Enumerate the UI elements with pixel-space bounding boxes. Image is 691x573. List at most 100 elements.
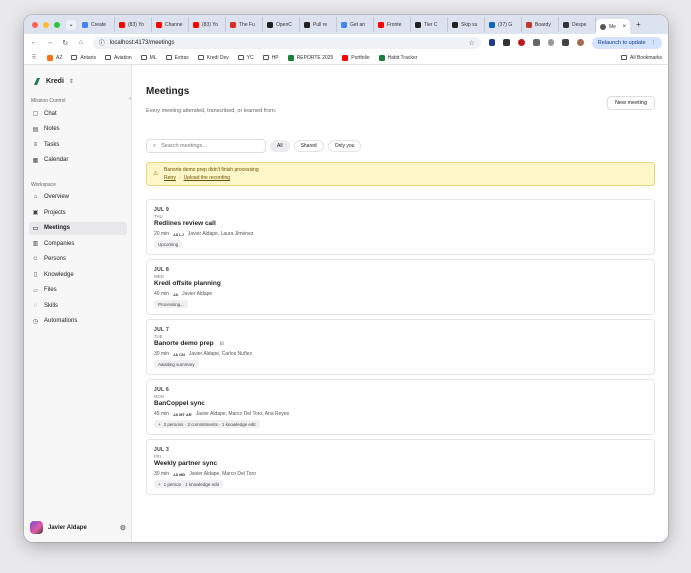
- sidebar-item-automations[interactable]: ◷ Automations: [29, 315, 127, 328]
- filter-only-you[interactable]: Only you: [327, 140, 362, 152]
- address-bar[interactable]: ⓘ localhost:4173/meetings ☆: [92, 36, 481, 49]
- sidebar-item-tasks[interactable]: ≡ Tasks: [29, 138, 127, 151]
- sidebar-item-skills[interactable]: ◌ Skills: [29, 299, 127, 312]
- minimize-window-button[interactable]: [43, 21, 49, 28]
- tab[interactable]: Get an: [337, 17, 374, 32]
- site-info-icon[interactable]: ⓘ: [99, 38, 105, 47]
- bookmark-item[interactable]: REPORTE 2025: [287, 54, 333, 61]
- tab[interactable]: OpenC: [263, 17, 300, 32]
- tab[interactable]: (83) Yo: [189, 17, 226, 32]
- browser-toolbar: ← → ↻ ⌂ ⓘ localhost:4173/meetings ☆ Rela…: [24, 34, 668, 51]
- collapse-sidebar-icon[interactable]: ‹: [129, 96, 131, 102]
- extension-icon[interactable]: [503, 39, 511, 46]
- maximize-window-button[interactable]: [54, 21, 60, 28]
- meeting-duration: 30 min: [154, 471, 170, 477]
- bookmark-item[interactable]: Portfolio: [342, 54, 370, 61]
- close-tab-icon[interactable]: ×: [622, 24, 626, 30]
- search-input[interactable]: ⌕ Search meetings...: [146, 139, 266, 153]
- sidebar-item-meetings[interactable]: ▭ Meetings: [29, 221, 127, 235]
- relaunch-button[interactable]: Relaunch to update ⋮: [591, 36, 663, 49]
- tab[interactable]: Tier C: [411, 17, 448, 32]
- sidebar-item-label: Chat: [44, 110, 57, 117]
- meeting-weekday: MON: [154, 394, 164, 399]
- folder-icon: [140, 55, 147, 60]
- new-tab-button[interactable]: +: [636, 20, 641, 29]
- bookmark-item[interactable]: Extras: [165, 55, 189, 61]
- sidebar-item-persons[interactable]: ☺ Persons: [29, 253, 127, 266]
- upload-recording-link[interactable]: Upload the recording: [184, 175, 230, 181]
- bookmark-item[interactable]: Antaris: [71, 55, 96, 61]
- tabs: Create (83) Yo Channe (83) Yo The Fu OpenC Pul…: [78, 15, 596, 34]
- extensions-puzzle-icon[interactable]: [562, 39, 570, 46]
- workspace-switcher[interactable]: Kredi ⇕: [24, 65, 131, 86]
- user-profile[interactable]: Javier Aldape ⚙: [30, 521, 126, 534]
- tab[interactable]: Despe: [559, 17, 596, 32]
- tab-search-chevron-icon[interactable]: ⌄: [66, 19, 76, 30]
- retry-link[interactable]: Retry: [164, 175, 176, 181]
- sidebar-item-companies[interactable]: ▥ Companies: [29, 237, 127, 250]
- meeting-status-text: 1 person · 1 knowledge edit: [163, 481, 219, 487]
- tab[interactable]: Fronte: [374, 17, 411, 32]
- tab[interactable]: (37) G: [485, 17, 522, 32]
- meeting-meta: 20 min JA LJ Javier Aldape, Laura Jiménez: [154, 231, 654, 237]
- filter-tabs: All Shared Only you: [270, 140, 362, 152]
- filter-all[interactable]: All: [270, 140, 290, 152]
- forward-arrow-icon[interactable]: →: [46, 39, 54, 46]
- meeting-card[interactable]: JUL 8 WED Kredi offsite planning 40 min JA Ja…: [146, 259, 655, 315]
- bookmark-star-icon[interactable]: ☆: [468, 39, 474, 47]
- tab[interactable]: The Fu: [226, 17, 263, 32]
- tab-active[interactable]: Me ×: [596, 19, 630, 34]
- all-bookmarks-button[interactable]: All Bookmarks: [621, 55, 662, 61]
- tab[interactable]: Boardy: [522, 17, 559, 32]
- bookmark-item[interactable]: HP: [262, 55, 279, 61]
- more-menu-icon[interactable]: ⋮: [651, 40, 657, 46]
- tab[interactable]: Pull re: [300, 17, 337, 32]
- bookmark-item[interactable]: AZ: [47, 54, 62, 61]
- meeting-card[interactable]: JUL 3 FRI Weekly partner sync 30 min JA MD Ja…: [146, 439, 655, 495]
- sidebar-item-calendar[interactable]: ▦ Calendar: [29, 154, 127, 167]
- reload-icon[interactable]: ↻: [61, 39, 69, 47]
- companies-icon: ▥: [32, 241, 39, 247]
- tab[interactable]: Channe: [152, 17, 189, 32]
- sidebar-item-label: Projects: [44, 209, 66, 216]
- youtube-icon: [193, 21, 199, 28]
- projects-icon: ▣: [32, 210, 39, 216]
- sidebar-item-projects[interactable]: ▣ Projects: [29, 206, 127, 219]
- meeting-card[interactable]: JUL 6 MON BanCoppel sync 45 min JA MT AR Javi…: [146, 379, 655, 435]
- linkedin-icon: [489, 21, 495, 28]
- attendee-avatars: JA CN: [173, 351, 185, 357]
- sidebar-item-overview[interactable]: ⌂ Overview: [29, 191, 127, 204]
- sidebar-item-knowledge[interactable]: ▯ Knowledge: [29, 268, 127, 281]
- extension-icon[interactable]: [488, 39, 496, 46]
- sidebar-item-chat[interactable]: ▢ Chat: [29, 107, 127, 120]
- profile-avatar[interactable]: [577, 39, 584, 46]
- extension-icon[interactable]: [547, 39, 555, 46]
- sidebar-item-notes[interactable]: ▤ Notes: [29, 123, 127, 136]
- home-icon[interactable]: ⌂: [77, 39, 85, 46]
- meeting-title-text: Kredi offsite planning: [154, 280, 221, 287]
- url-text: localhost:4173/meetings: [109, 39, 175, 46]
- extension-icon[interactable]: [518, 39, 525, 46]
- meeting-status-badge: +2 persons · 3 commitments · 1 knowledge…: [154, 420, 260, 428]
- tab[interactable]: (83) Yo: [115, 17, 152, 32]
- sidebar-item-files[interactable]: ▱ Files: [29, 284, 127, 297]
- warning-icon: ⚠: [153, 171, 159, 177]
- apps-grid-icon[interactable]: ⠿: [30, 54, 38, 61]
- sidebar-item-label: Tasks: [44, 141, 60, 148]
- meeting-card[interactable]: JUL 9 THU Redlines review call 20 min JA LJ J…: [146, 199, 655, 255]
- filter-shared[interactable]: Shared: [293, 140, 324, 152]
- bookmark-item[interactable]: Habit Tracker: [378, 54, 417, 61]
- bookmark-item[interactable]: YC: [237, 55, 254, 61]
- close-window-button[interactable]: [32, 21, 38, 28]
- tab[interactable]: Skip su: [448, 17, 485, 32]
- bookmark-item[interactable]: ML: [140, 55, 157, 61]
- new-meeting-button[interactable]: New meeting: [607, 96, 655, 110]
- gear-icon[interactable]: ⚙: [120, 524, 126, 532]
- bookmark-item[interactable]: Aviation: [104, 55, 132, 61]
- meeting-status-text: Processing...: [158, 301, 185, 307]
- extension-icon[interactable]: [532, 39, 540, 46]
- bookmark-item[interactable]: Kredi Dev: [197, 55, 229, 61]
- tab[interactable]: Create: [78, 17, 115, 32]
- back-arrow-icon[interactable]: ←: [30, 39, 38, 46]
- meeting-card[interactable]: JUL 7 TUE Banorte demo prep ⊡ 30 min JA CN Jav…: [146, 319, 655, 375]
